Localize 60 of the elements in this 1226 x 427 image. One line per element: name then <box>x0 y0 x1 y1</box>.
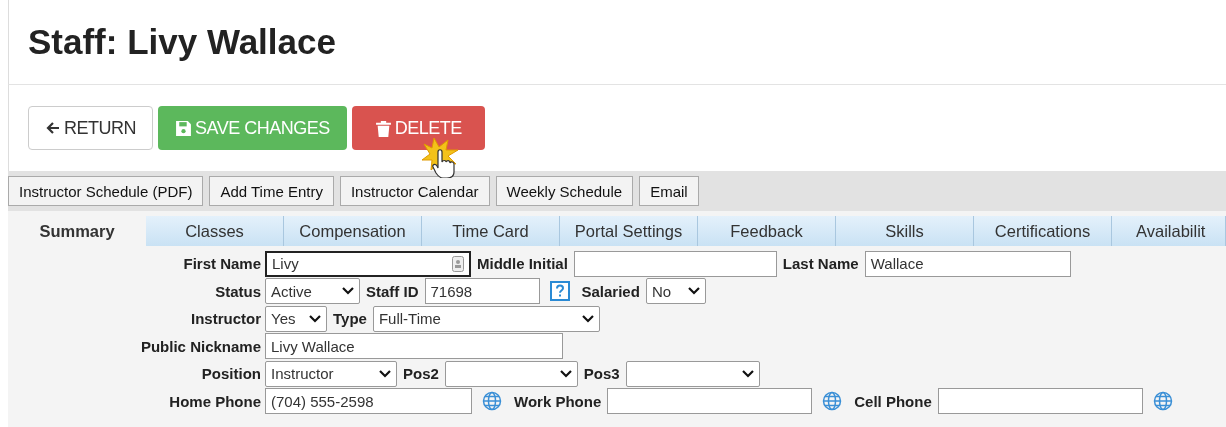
dropdown[interactable] <box>444 360 578 387</box>
input-field[interactable]: Livy Wallace <box>265 333 563 360</box>
field-label: Home Phone <box>168 392 261 410</box>
field-label: Pos2 <box>402 365 440 383</box>
field-label: Status <box>214 282 261 300</box>
arrow-left-icon <box>45 120 61 136</box>
field-label: Position <box>200 365 261 383</box>
globe-icon[interactable] <box>482 391 502 412</box>
action-button[interactable]: RETURN <box>28 106 153 150</box>
field-label: Public Nickname <box>139 337 261 355</box>
tab[interactable]: Feedback <box>698 216 836 246</box>
dropdown[interactable]: Yes <box>265 305 327 332</box>
input-field[interactable] <box>573 250 777 277</box>
chevron-down-icon <box>309 314 321 323</box>
tab[interactable]: Compensation <box>284 216 422 246</box>
globe-icon[interactable] <box>822 391 843 412</box>
tab[interactable]: Availabilit <box>1112 216 1226 246</box>
chevron-down-icon <box>741 369 754 378</box>
contact-card-icon <box>452 255 464 272</box>
globe-icon[interactable] <box>1152 391 1173 412</box>
input-field[interactable] <box>607 388 813 415</box>
tab[interactable]: Portal Settings <box>560 216 698 246</box>
input-field[interactable]: (704) 555-2598 <box>265 388 472 415</box>
toolbar-button[interactable]: Instructor Calendar <box>339 176 490 206</box>
tab[interactable]: Skills <box>836 216 974 246</box>
chevron-down-icon <box>581 314 594 323</box>
page-title: Staff: Livy Wallace <box>28 22 336 62</box>
toolbar-button[interactable]: Weekly Schedule <box>495 176 634 206</box>
tab[interactable]: Time Card <box>422 216 560 246</box>
field-label: First Name <box>182 255 261 273</box>
help-icon[interactable] <box>549 281 570 302</box>
tab[interactable]: Certifications <box>974 216 1112 246</box>
toolbar-button[interactable]: Add Time Entry <box>209 176 334 206</box>
dropdown[interactable]: No <box>645 278 706 305</box>
field-label: Type <box>332 310 368 328</box>
dropdown[interactable]: Active <box>265 278 360 305</box>
field-label: Pos3 <box>582 365 621 383</box>
tab[interactable]: Classes <box>146 216 284 246</box>
field-label: Staff ID <box>365 282 420 300</box>
field-label: Work Phone <box>513 392 603 410</box>
input-field[interactable]: Wallace <box>864 250 1071 277</box>
chevron-down-icon <box>559 369 572 378</box>
field-label: Last Name <box>781 255 860 273</box>
dropdown[interactable]: Full-Time <box>372 305 600 332</box>
trash-icon <box>374 119 392 137</box>
field-label: Middle Initial <box>476 255 569 273</box>
input-field[interactable] <box>937 388 1143 415</box>
field-label: Cell Phone <box>853 392 933 410</box>
chevron-down-icon <box>687 287 700 296</box>
dropdown[interactable] <box>625 360 760 387</box>
chevron-down-icon <box>342 287 354 296</box>
toolbar-button[interactable]: Email <box>639 176 699 206</box>
chevron-down-icon <box>379 369 391 378</box>
input-field[interactable]: Livy <box>265 250 471 277</box>
dropdown[interactable]: Instructor <box>265 360 397 387</box>
action-button[interactable]: DELETE <box>351 106 485 150</box>
input-field[interactable]: 71698 <box>424 278 540 305</box>
field-label: Instructor <box>190 310 261 328</box>
field-label: Salaried <box>580 282 641 300</box>
toolbar-button[interactable]: Instructor Schedule (PDF) <box>8 176 204 206</box>
